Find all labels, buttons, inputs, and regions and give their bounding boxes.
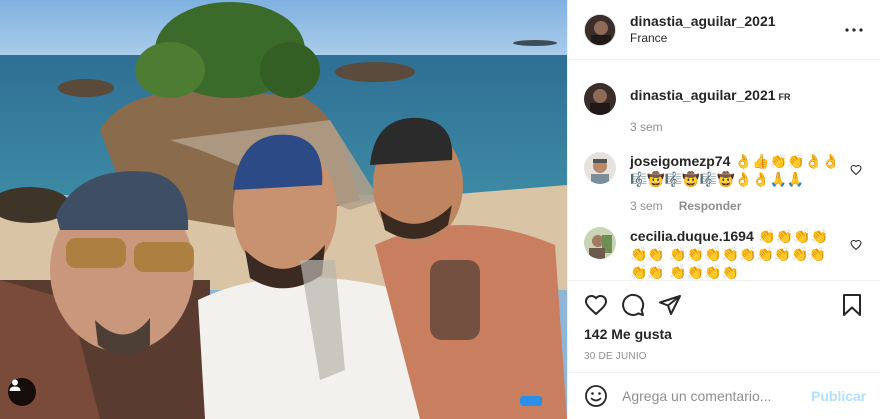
- caption-translate-badge[interactable]: FR: [779, 92, 791, 102]
- caption-time[interactable]: 3 sem: [630, 120, 663, 134]
- instagram-post: dinastia_aguilar_2021 France dinastia_ag…: [0, 0, 880, 419]
- share-button[interactable]: [658, 293, 682, 317]
- post-photo[interactable]: [0, 0, 567, 419]
- selfie-at-beach-image: [0, 0, 567, 419]
- author-username[interactable]: dinastia_aguilar_2021: [630, 13, 842, 30]
- more-options-button[interactable]: [842, 18, 866, 42]
- user-tag-icon[interactable]: [8, 378, 36, 406]
- post-location[interactable]: France: [630, 31, 842, 46]
- commenter-avatar[interactable]: [584, 152, 616, 184]
- post-header: dinastia_aguilar_2021 France: [568, 0, 880, 60]
- author-avatar[interactable]: [584, 13, 616, 46]
- more-horizontal-icon: [845, 27, 863, 32]
- bookmark-icon: [843, 294, 861, 316]
- reply-button[interactable]: Responder: [679, 199, 742, 213]
- comment-text: joseigomezp74 👌👍👏👏👌👌 🎼🤠🎼🤠🎼🤠👌👌🙏🙏: [630, 152, 842, 189]
- add-comment-bar: Publicar: [568, 372, 880, 419]
- save-button[interactable]: [840, 293, 864, 317]
- commenter-avatar[interactable]: [584, 227, 616, 259]
- post-date[interactable]: 30 DE JUNIO: [584, 351, 864, 362]
- caption-text: dinastia_aguilar_2021 FR: [630, 86, 842, 106]
- comment-like-heart-icon[interactable]: [850, 239, 862, 251]
- heart-outline-icon: [584, 294, 608, 316]
- post-actions-area: 142 Me gusta 30 DE JUNIO: [568, 280, 880, 372]
- comment-button[interactable]: [621, 293, 645, 317]
- comment-time[interactable]: 3 sem: [630, 199, 663, 213]
- caption-avatar[interactable]: [584, 83, 616, 115]
- comments-list[interactable]: dinastia_aguilar_2021 FR 3 sem joseigome…: [568, 61, 880, 280]
- likes-count[interactable]: 142 Me gusta: [584, 326, 864, 342]
- comment-input[interactable]: [622, 388, 803, 404]
- like-button[interactable]: [584, 293, 608, 317]
- caption-username[interactable]: dinastia_aguilar_2021: [630, 87, 776, 103]
- comment-bubble-icon: [622, 293, 645, 316]
- comment-item: joseigomezp74 👌👍👏👏👌👌 🎼🤠🎼🤠🎼🤠👌👌🙏🙏 3 sem Re…: [584, 152, 864, 213]
- caption: dinastia_aguilar_2021 FR 3 sem: [584, 83, 864, 134]
- comment-item: cecilia.duque.1694 👏👏👏👏👏👏 👏👏👏👏👏👏👏👏👏👏👏 👏👏…: [584, 227, 864, 280]
- comment-text: cecilia.duque.1694 👏👏👏👏👏👏 👏👏👏👏👏👏👏👏👏👏👏 👏👏…: [630, 227, 842, 280]
- post-side-panel: dinastia_aguilar_2021 France dinastia_ag…: [567, 0, 880, 419]
- comment-like-heart-icon[interactable]: [850, 164, 862, 176]
- action-bar: [584, 281, 864, 327]
- comment-username[interactable]: joseigomezp74: [630, 153, 730, 169]
- emoji-button[interactable]: [584, 384, 608, 408]
- comment-username[interactable]: cecilia.duque.1694: [630, 228, 754, 244]
- smiley-icon: [585, 385, 607, 407]
- paper-plane-icon: [659, 295, 681, 315]
- publish-button[interactable]: Publicar: [811, 388, 866, 404]
